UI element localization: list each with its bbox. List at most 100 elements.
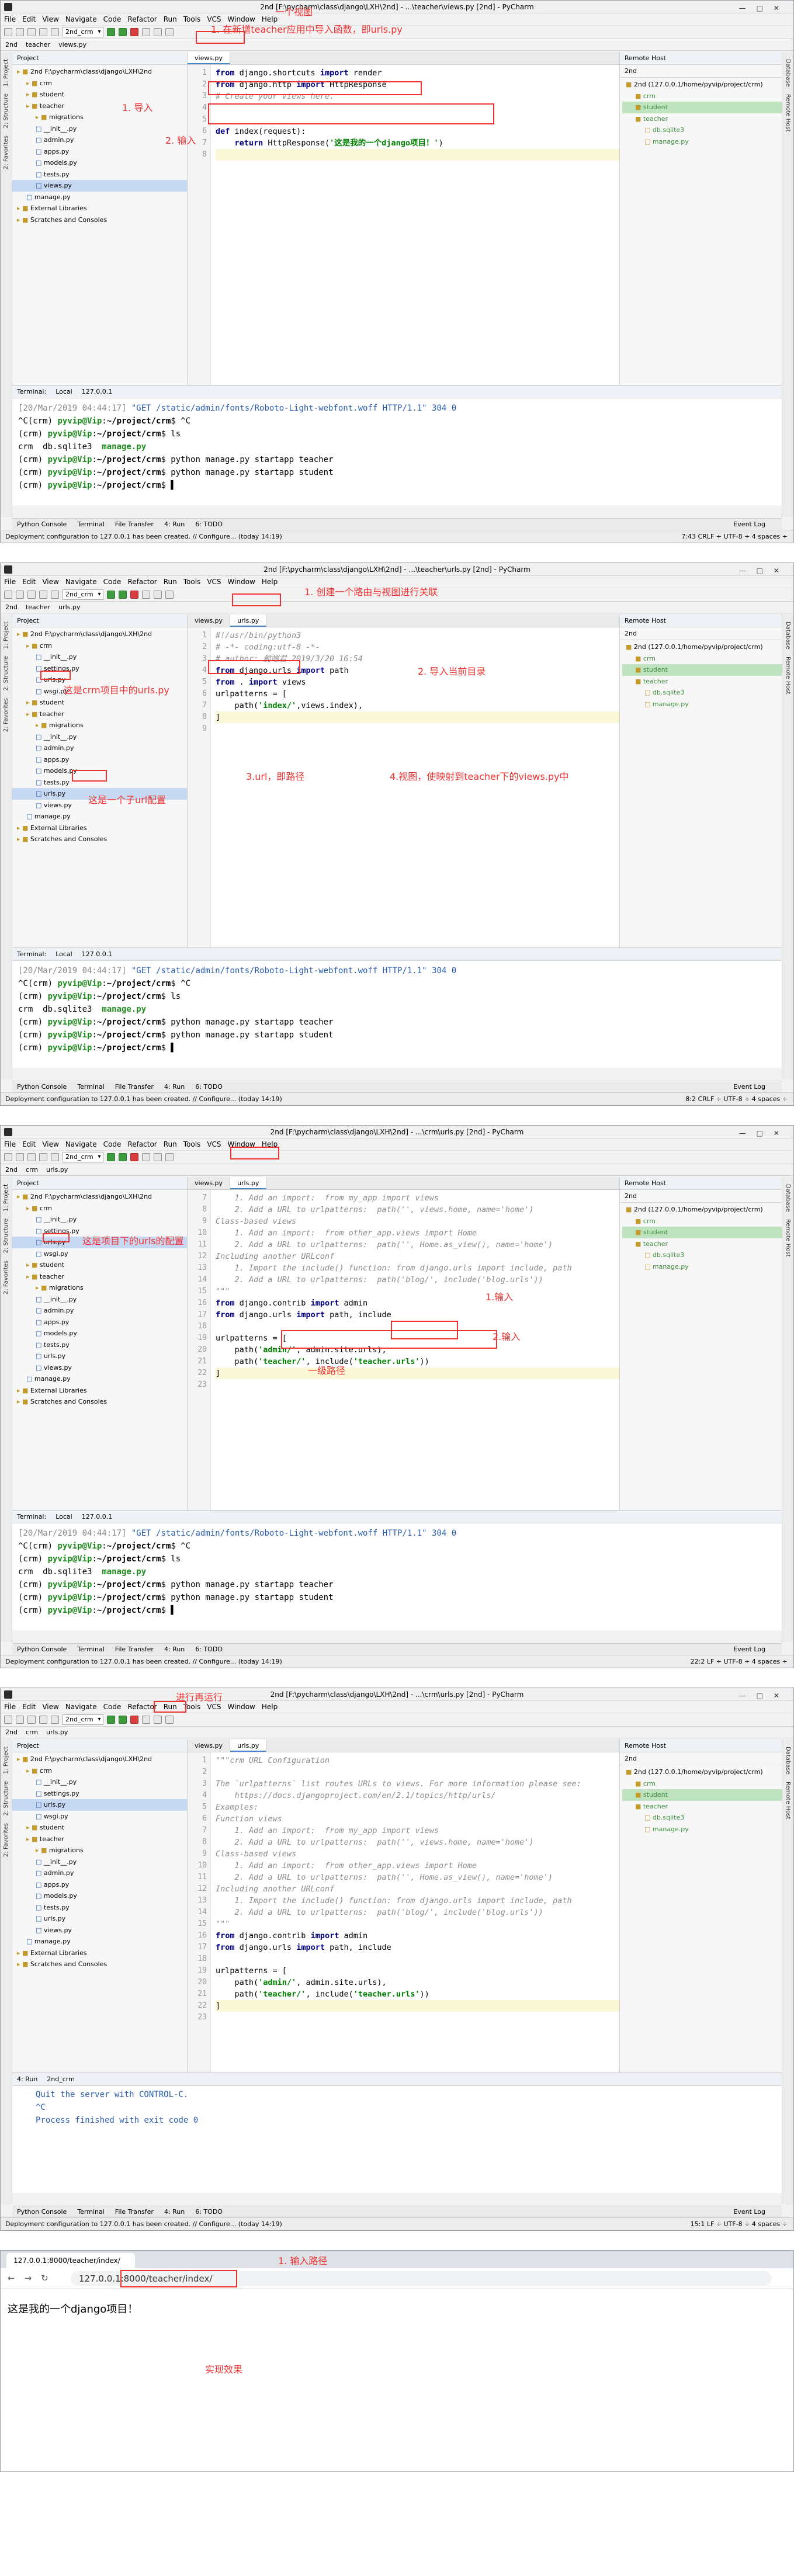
remote-host-select[interactable]: 2nd — [620, 1752, 782, 1765]
remote-tree-item[interactable]: ■ crm — [622, 1216, 782, 1227]
remote-host-select[interactable]: 2nd — [620, 65, 782, 78]
breadcrumb-item[interactable]: views.py — [58, 41, 86, 48]
stop-icon[interactable] — [130, 591, 138, 599]
terminal-output[interactable]: [20/Mar/2019 04:44:17] "GET /static/admi… — [12, 398, 782, 495]
tree-item[interactable]: □ views.py — [12, 180, 187, 192]
remote-tree-item[interactable]: ■ student — [622, 1789, 782, 1801]
remote-tree-item[interactable]: ■ 2nd (127.0.0.1/home/pyvip/project/crm) — [622, 1204, 782, 1216]
tree-item[interactable]: □ apps.py — [12, 1317, 187, 1328]
sync-icon[interactable] — [27, 1153, 36, 1161]
settings-icon[interactable] — [153, 591, 162, 599]
run-config-select[interactable]: 2nd_crm — [63, 589, 103, 600]
tool-window-button[interactable]: Remote Host — [785, 1782, 791, 1820]
tree-item[interactable]: □ views.py — [12, 1362, 187, 1374]
tool-window-tab[interactable]: Python Console — [17, 2208, 67, 2216]
remote-tree-item[interactable]: ■ teacher — [622, 1801, 782, 1813]
tool-window-tab[interactable]: 6: TODO — [195, 1083, 223, 1091]
tree-item[interactable]: ▸ ■ migrations — [12, 1282, 187, 1294]
tree-item[interactable]: ▸ ■ External Libraries — [12, 203, 187, 214]
tree-item[interactable]: □ __init__.py — [12, 123, 187, 135]
back-icon[interactable] — [39, 28, 47, 36]
project-panel-header[interactable]: Project — [12, 615, 187, 627]
breadcrumb-item[interactable]: crm — [26, 1166, 38, 1174]
tree-item[interactable]: □ admin.py — [12, 134, 187, 146]
tool-window-button[interactable]: 1: Project — [3, 1747, 9, 1774]
tree-item[interactable]: ▸ ■ crm — [12, 640, 187, 652]
stop-icon[interactable] — [130, 28, 138, 36]
tool-window-button[interactable]: 1: Project — [3, 1184, 9, 1211]
tree-item[interactable]: ▸ ■ 2nd F:\pycharm\class\django\LXH\2nd — [12, 1191, 187, 1203]
remote-host-header[interactable]: Remote Host — [620, 615, 782, 627]
remote-host-header[interactable]: Remote Host — [620, 1740, 782, 1752]
menu-item-window[interactable]: Window — [228, 1703, 255, 1711]
tree-item[interactable]: □ settings.py — [12, 663, 187, 675]
menu-item-run[interactable]: Run — [164, 578, 177, 586]
remote-tree-item[interactable]: □ manage.py — [622, 136, 782, 148]
terminal-output[interactable]: [20/Mar/2019 04:44:17] "GET /static/admi… — [12, 961, 782, 1058]
editor-tab[interactable]: views.py — [188, 1740, 231, 1752]
tree-item[interactable]: □ tests.py — [12, 169, 187, 180]
remote-tree-item[interactable]: □ manage.py — [622, 1261, 782, 1273]
remote-tree-item[interactable]: ■ student — [622, 1227, 782, 1238]
status-cursor-encoding[interactable]: 22:2 LF ÷ UTF-8 ÷ 4 spaces ÷ — [691, 1655, 788, 1668]
terminal-local-tab[interactable]: Local — [56, 1513, 72, 1520]
menu-item-edit[interactable]: Edit — [22, 1703, 36, 1711]
tree-item[interactable]: ▸ ■ External Libraries — [12, 1385, 187, 1397]
menu-item-file[interactable]: File — [4, 1703, 16, 1711]
tool-window-tab[interactable]: File Transfer — [115, 520, 154, 528]
back-forward-reload-icons[interactable]: ←→↻ — [8, 2273, 58, 2283]
tree-item[interactable]: □ manage.py — [12, 811, 187, 822]
tool-window-button[interactable]: Database — [785, 1747, 791, 1775]
run-config-select[interactable]: 2nd_crm — [63, 1152, 103, 1162]
code-area[interactable]: #!/usr/bin/python3 # -*- coding:utf-8 -*-… — [216, 630, 619, 735]
tree-item[interactable]: ▸ ■ Scratches and Consoles — [12, 214, 187, 226]
stop-icon[interactable] — [130, 1153, 138, 1161]
run-icon[interactable] — [106, 28, 115, 36]
remote-tree-item[interactable]: ■ 2nd (127.0.0.1/home/pyvip/project/crm) — [622, 79, 782, 91]
window-controls[interactable]: —□✕ — [739, 1689, 790, 1702]
menu-item-file[interactable]: File — [4, 578, 16, 586]
breadcrumb-item[interactable]: teacher — [26, 41, 50, 48]
remote-tree-item[interactable]: ■ crm — [622, 91, 782, 102]
menu-item-code[interactable]: Code — [103, 15, 122, 23]
remote-tree-item[interactable]: ■ teacher — [622, 1238, 782, 1250]
tree-item[interactable]: ▸ ■ Scratches and Consoles — [12, 1959, 187, 1970]
tool-window-button[interactable]: Database — [785, 59, 791, 87]
tool-window-tab[interactable]: 6: TODO — [195, 2208, 223, 2216]
menu-item-tools[interactable]: Tools — [183, 15, 201, 23]
stop-icon[interactable] — [130, 1716, 138, 1724]
tree-item[interactable]: ▸ ■ Scratches and Consoles — [12, 834, 187, 845]
breadcrumb-item[interactable]: crm — [26, 1728, 38, 1736]
terminal-local-tab[interactable]: Local — [56, 388, 72, 395]
search-icon[interactable] — [165, 28, 174, 36]
tool-window-button[interactable]: 2: Favorites — [3, 698, 9, 732]
tree-item[interactable]: ▸ ■ 2nd F:\pycharm\class\django\LXH\2nd — [12, 66, 187, 78]
remote-tree-item[interactable]: ■ student — [622, 102, 782, 113]
remote-host-header[interactable]: Remote Host — [620, 52, 782, 65]
run-icon[interactable] — [106, 1153, 115, 1161]
tree-item[interactable]: □ admin.py — [12, 742, 187, 754]
menu-item-navigate[interactable]: Navigate — [65, 1140, 97, 1148]
tool-window-button[interactable]: Remote Host — [785, 94, 791, 132]
tree-item[interactable]: □ admin.py — [12, 1867, 187, 1879]
menu-item-run[interactable]: Run — [164, 15, 177, 23]
menu-item-navigate[interactable]: Navigate — [65, 1703, 97, 1711]
remote-tree-item[interactable]: □ db.sqlite3 — [622, 687, 782, 699]
menu-item-view[interactable]: View — [42, 15, 58, 23]
tool-window-tab[interactable]: 4: Run — [164, 2208, 185, 2216]
breadcrumb-item[interactable]: urls.py — [46, 1728, 68, 1736]
open-icon[interactable] — [4, 1716, 12, 1724]
save-icon[interactable] — [16, 28, 24, 36]
debug-icon[interactable] — [118, 591, 127, 599]
remote-host-header[interactable]: Remote Host — [620, 1177, 782, 1190]
tool-window-button[interactable]: 2: Structure — [3, 1218, 9, 1253]
menu-item-code[interactable]: Code — [103, 578, 122, 586]
tree-item[interactable]: □ models.py — [12, 1890, 187, 1902]
remote-tree-item[interactable]: □ db.sqlite3 — [622, 1812, 782, 1824]
menu-item-vcs[interactable]: VCS — [207, 1703, 221, 1711]
terminal-local-tab[interactable]: Local — [56, 950, 72, 958]
tree-item[interactable]: ▸ ■ migrations — [12, 112, 187, 123]
tool-window-tab[interactable]: Terminal — [77, 2208, 105, 2216]
menu-item-view[interactable]: View — [42, 578, 58, 586]
remote-tree-item[interactable]: □ db.sqlite3 — [622, 1249, 782, 1261]
